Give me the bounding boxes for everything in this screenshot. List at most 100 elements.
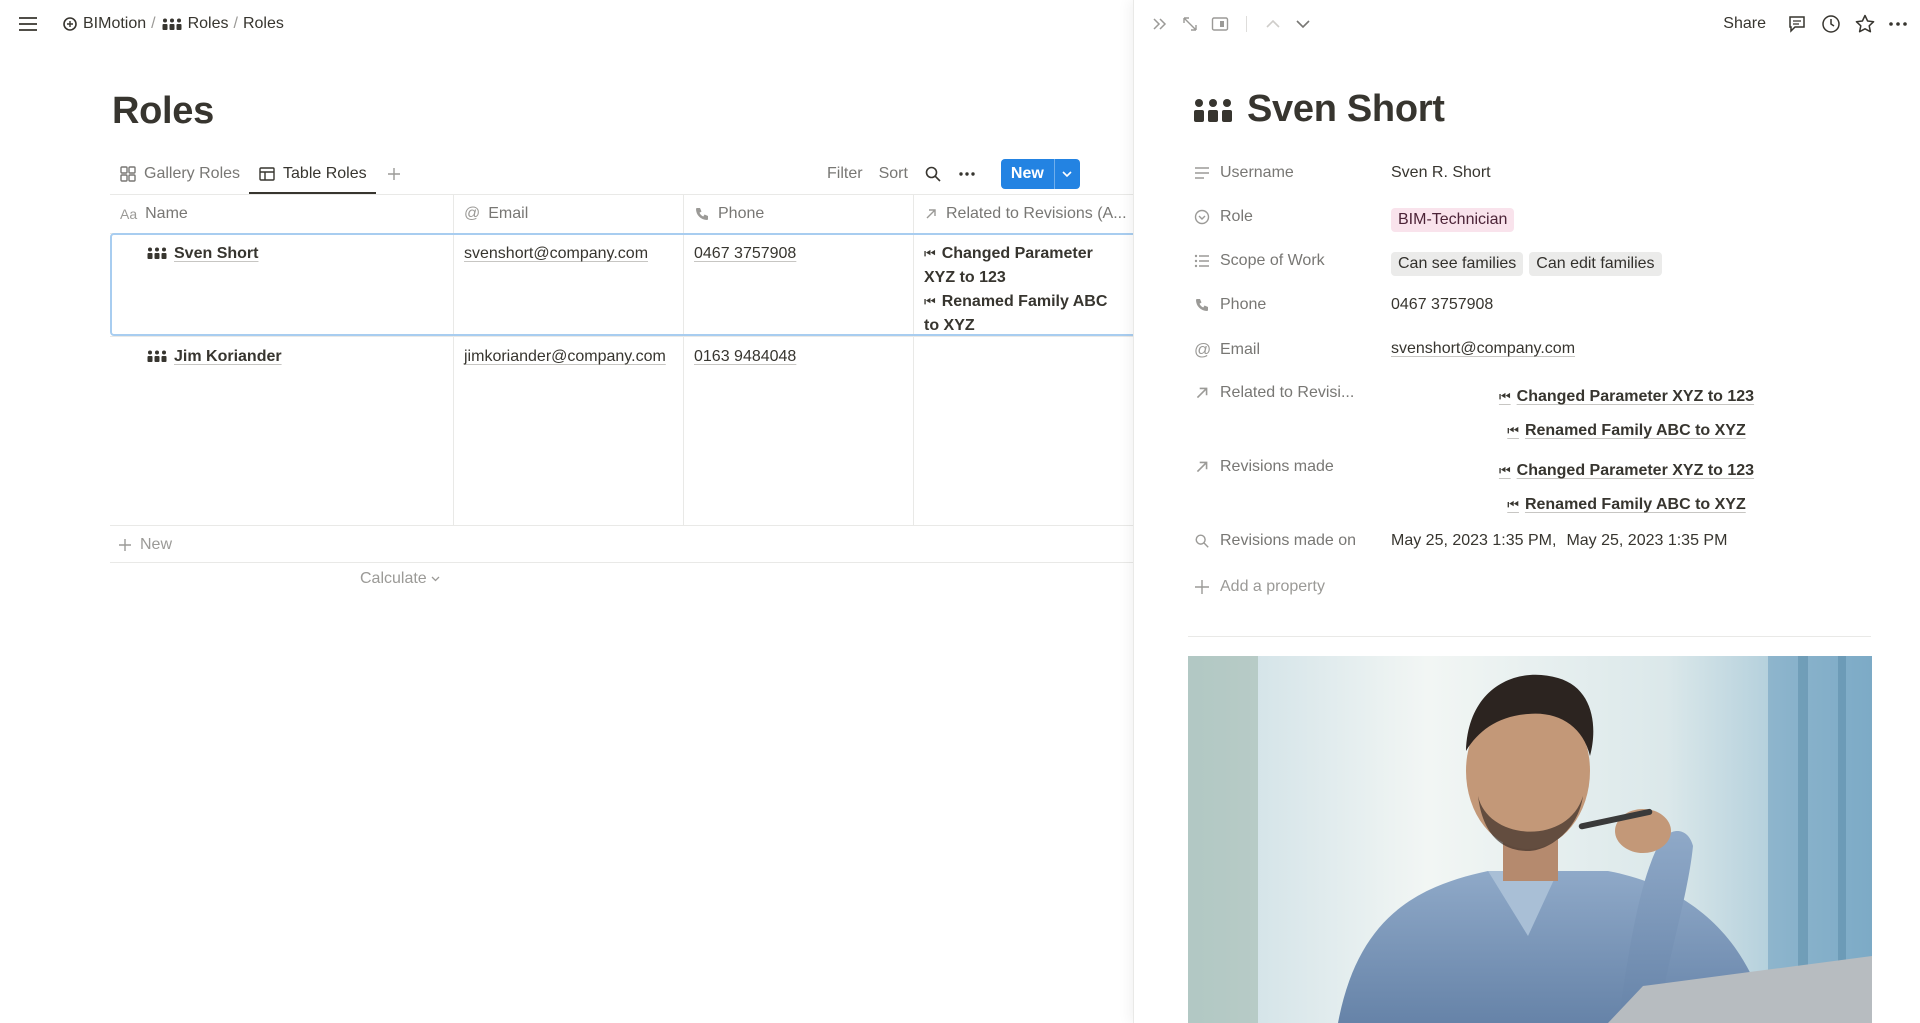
- row-title[interactable]: Sven Short: [174, 242, 258, 266]
- more-options-icon[interactable]: [1888, 21, 1908, 27]
- email-link[interactable]: jimkoriander@company.com: [464, 348, 666, 365]
- column-header-email[interactable]: @ Email: [454, 195, 684, 233]
- role-tag: BIM-Technician: [1391, 208, 1515, 232]
- cell-email[interactable]: svenshort@company.com: [454, 234, 684, 336]
- property-label[interactable]: Role: [1188, 200, 1385, 234]
- tab-table-roles[interactable]: Table Roles: [249, 154, 376, 194]
- add-row-button[interactable]: New: [110, 527, 1133, 563]
- people-icon: [161, 17, 183, 31]
- email-link[interactable]: svenshort@company.com: [1391, 340, 1575, 358]
- filter-button[interactable]: Filter: [822, 161, 868, 187]
- chevron-down-icon[interactable]: [1053, 159, 1080, 189]
- cell-name[interactable]: Sven Short: [110, 234, 454, 336]
- close-peek-icon[interactable]: [1148, 12, 1172, 36]
- property-value[interactable]: ⏮ Changed Parameter XYZ to 123 ⏮ Renamed F…: [1385, 450, 1868, 524]
- cell-email[interactable]: jimkoriander@company.com: [454, 337, 684, 525]
- property-label[interactable]: Phone: [1188, 288, 1385, 322]
- revision-icon: ⏮: [924, 294, 936, 309]
- property-value[interactable]: Sven R. Short: [1385, 156, 1868, 190]
- property-label[interactable]: Revisions made on: [1188, 524, 1385, 558]
- share-button[interactable]: Share: [1723, 15, 1766, 33]
- properties-divider: [1188, 636, 1871, 637]
- property-value[interactable]: May 25, 2023 1:35 PM, May 25, 2023 1:35 …: [1385, 524, 1868, 558]
- property-related-to-revisions: Related to Revisi... ⏮ Changed Parameter …: [1188, 376, 1868, 450]
- cell-related[interactable]: ⏮ Changed Parameter XYZ to 123 ⏮ Renamed F…: [914, 234, 1133, 336]
- property-label[interactable]: Username: [1188, 156, 1385, 190]
- roles-table: Aa Name @ Email Phone Related to Revisio…: [110, 194, 1133, 564]
- phone-link[interactable]: 0467 3757908: [694, 245, 796, 262]
- tab-gallery-roles[interactable]: Gallery Roles: [110, 154, 249, 194]
- star-icon[interactable]: [1854, 13, 1876, 35]
- breadcrumb-workspace[interactable]: BIMotion: [58, 13, 150, 35]
- revision-icon: ⏮: [1507, 497, 1519, 512]
- search-icon[interactable]: [919, 160, 947, 188]
- chevron-up-icon[interactable]: [1261, 12, 1285, 36]
- hamburger-menu-icon[interactable]: [16, 12, 40, 36]
- property-revisions-made-on: Revisions made on May 25, 2023 1:35 PM, …: [1188, 524, 1868, 568]
- more-options-icon[interactable]: [953, 160, 981, 188]
- select-icon: [1194, 209, 1210, 225]
- cell-phone[interactable]: 0467 3757908: [684, 234, 914, 336]
- history-icon[interactable]: [1820, 13, 1842, 35]
- side-peek-mode-icon[interactable]: [1208, 12, 1232, 36]
- calculate-label: Calculate: [360, 570, 427, 587]
- date-value: May 25, 2023 1:35 PM: [1566, 532, 1728, 549]
- add-property-button[interactable]: Add a property: [1188, 570, 1868, 604]
- property-value[interactable]: Can see families Can edit families: [1385, 244, 1868, 284]
- tab-table-roles-label: Table Roles: [283, 165, 367, 182]
- view-toolbar: Filter Sort New: [822, 154, 1080, 194]
- calculate-button[interactable]: Calculate: [360, 570, 440, 588]
- add-property-label: Add a property: [1220, 578, 1325, 595]
- expand-icon[interactable]: [1178, 12, 1202, 36]
- property-label[interactable]: @ Email: [1188, 332, 1385, 368]
- relation-chip[interactable]: ⏮ Changed Parameter XYZ to 123: [924, 242, 1123, 290]
- revision-icon: ⏮: [1498, 463, 1511, 478]
- phone-value: 0467 3757908: [1391, 296, 1494, 313]
- relation-chip[interactable]: ⏮ Renamed Family ABC to XYZ: [1507, 420, 1745, 442]
- property-value[interactable]: 0467 3757908: [1385, 288, 1868, 322]
- row-title[interactable]: Jim Koriander: [174, 345, 282, 369]
- cell-phone[interactable]: 0163 9484048: [684, 337, 914, 525]
- comment-icon[interactable]: [1786, 13, 1808, 35]
- table-icon: [258, 165, 276, 183]
- text-type-icon: Aa: [120, 206, 138, 222]
- add-view-icon[interactable]: [380, 160, 408, 188]
- property-label-text: Role: [1220, 208, 1253, 225]
- sort-button[interactable]: Sort: [874, 161, 913, 187]
- phone-link[interactable]: 0163 9484048: [694, 348, 796, 365]
- property-label[interactable]: Scope of Work: [1188, 244, 1385, 278]
- property-label[interactable]: Related to Revisi...: [1188, 376, 1385, 410]
- column-header-name[interactable]: Aa Name: [110, 195, 454, 233]
- column-header-related[interactable]: Related to Revisions (A...: [914, 195, 1133, 233]
- relation-chip[interactable]: ⏮ Renamed Family ABC to XYZ: [924, 290, 1123, 336]
- cell-related[interactable]: [914, 337, 1133, 525]
- phone-icon: [1194, 297, 1210, 313]
- relation-chip[interactable]: ⏮ Changed Parameter XYZ to 123: [1499, 460, 1754, 482]
- record-title-text[interactable]: Sven Short: [1247, 88, 1445, 131]
- view-tabs-bar: Gallery Roles Table Roles Filter Sort Ne…: [110, 154, 1133, 194]
- revision-icon: ⏮: [1507, 423, 1519, 438]
- new-record-button[interactable]: New: [1000, 159, 1080, 189]
- chevron-down-icon[interactable]: [1291, 12, 1315, 36]
- property-value[interactable]: ⏮ Changed Parameter XYZ to 123 ⏮ Renamed F…: [1385, 376, 1868, 450]
- breadcrumb-parent-label: Roles: [187, 15, 229, 32]
- column-header-phone[interactable]: Phone: [684, 195, 914, 233]
- property-revisions-made: Revisions made ⏮ Changed Parameter XYZ to…: [1188, 450, 1868, 524]
- people-icon[interactable]: [1191, 96, 1235, 124]
- relation-chip[interactable]: ⏮ Changed Parameter XYZ to 123: [1499, 386, 1754, 408]
- relation-chip-label: Renamed Family ABC to XYZ: [1524, 422, 1746, 439]
- table-row[interactable]: Sven Short svenshort@company.com 0467 37…: [110, 234, 1133, 337]
- property-value[interactable]: svenshort@company.com: [1385, 332, 1868, 366]
- relation-chip[interactable]: ⏮ Renamed Family ABC to XYZ: [1507, 494, 1745, 516]
- breadcrumb-separator: /: [233, 15, 238, 32]
- cell-name[interactable]: Jim Koriander: [110, 337, 454, 525]
- breadcrumb-current[interactable]: Roles: [239, 13, 288, 35]
- property-label[interactable]: Revisions made: [1188, 450, 1385, 484]
- peek-toolbar-left: [1148, 12, 1315, 36]
- email-link[interactable]: svenshort@company.com: [464, 245, 648, 262]
- date-separator: ,: [1551, 532, 1557, 549]
- breadcrumb-parent[interactable]: Roles: [157, 13, 233, 35]
- toolbar-divider: [1246, 16, 1247, 32]
- property-value[interactable]: BIM-Technician: [1385, 200, 1868, 240]
- table-row[interactable]: Jim Koriander jimkoriander@company.com 0…: [110, 337, 1133, 526]
